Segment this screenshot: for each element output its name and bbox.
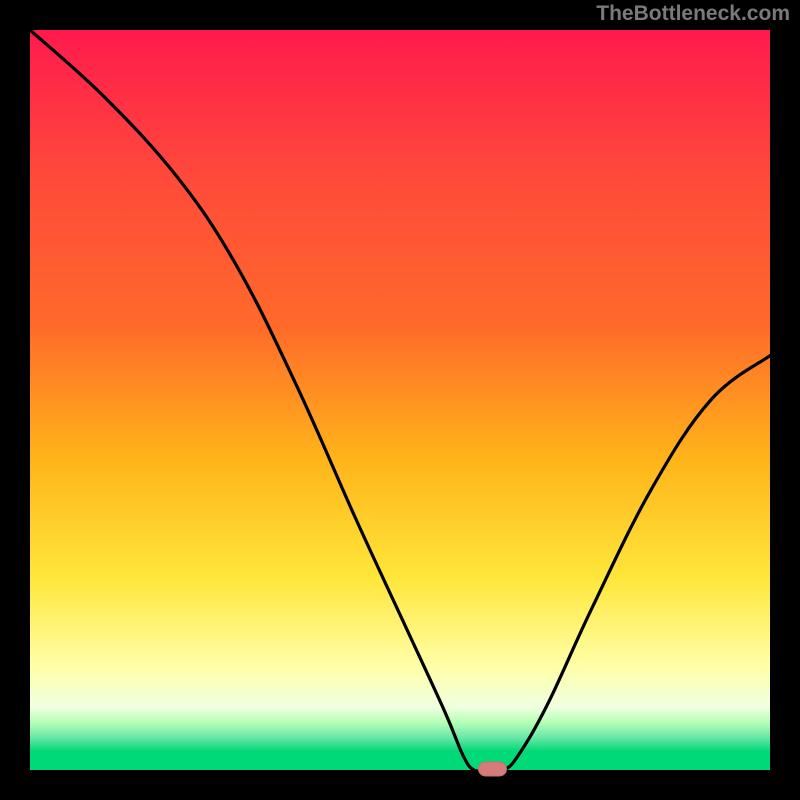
optimal-marker <box>479 762 507 776</box>
chart-frame: TheBottleneck.com <box>0 0 800 800</box>
attribution-label: TheBottleneck.com <box>596 2 790 26</box>
bottleneck-chart <box>0 0 800 800</box>
